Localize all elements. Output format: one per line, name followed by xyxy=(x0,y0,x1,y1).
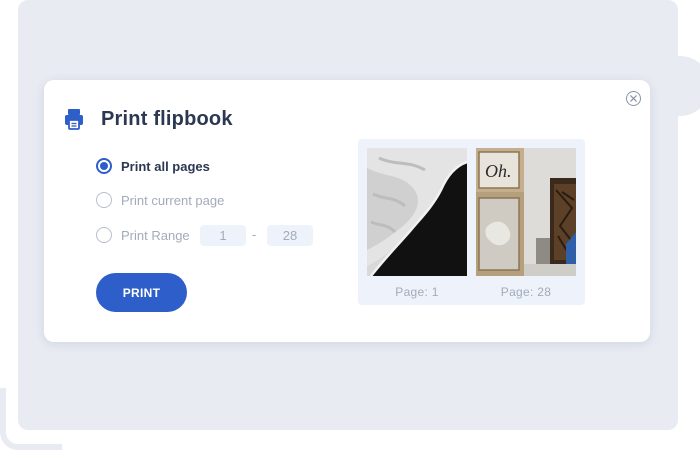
background-corner-decoration xyxy=(0,388,62,450)
range-to-input[interactable] xyxy=(267,225,313,246)
preview-page-28-image: Oh. xyxy=(476,148,576,276)
preview-page-28-text: Oh. xyxy=(485,161,512,181)
option-label-all-pages: Print all pages xyxy=(121,158,210,174)
printer-icon xyxy=(65,109,83,130)
close-button[interactable] xyxy=(626,91,641,106)
dialog-title: Print flipbook xyxy=(101,108,233,130)
radio-print-all-pages[interactable] xyxy=(96,158,112,174)
stage: Print flipbook Print all pages Print cur… xyxy=(0,0,700,450)
option-print-range[interactable]: Print Range xyxy=(96,226,190,244)
range-from-input[interactable] xyxy=(200,225,246,246)
option-label-current-page: Print current page xyxy=(121,192,225,208)
range-separator: - xyxy=(252,227,257,242)
page-preview: Oh. Page: 1 Page: 28 xyxy=(358,139,585,305)
radio-print-current-page[interactable] xyxy=(96,192,112,208)
print-button[interactable]: PRINT xyxy=(96,273,187,312)
print-dialog: Print flipbook Print all pages Print cur… xyxy=(44,80,650,342)
preview-page-1-image xyxy=(367,148,467,276)
radio-print-range[interactable] xyxy=(96,227,112,243)
option-label-range: Print Range xyxy=(121,227,190,243)
option-print-all-pages[interactable]: Print all pages xyxy=(96,157,210,175)
preview-caption-page-1: Page: 1 xyxy=(395,285,439,299)
close-icon xyxy=(630,95,637,102)
preview-caption-page-28: Page: 28 xyxy=(500,285,552,299)
option-print-current-page[interactable]: Print current page xyxy=(96,191,224,209)
